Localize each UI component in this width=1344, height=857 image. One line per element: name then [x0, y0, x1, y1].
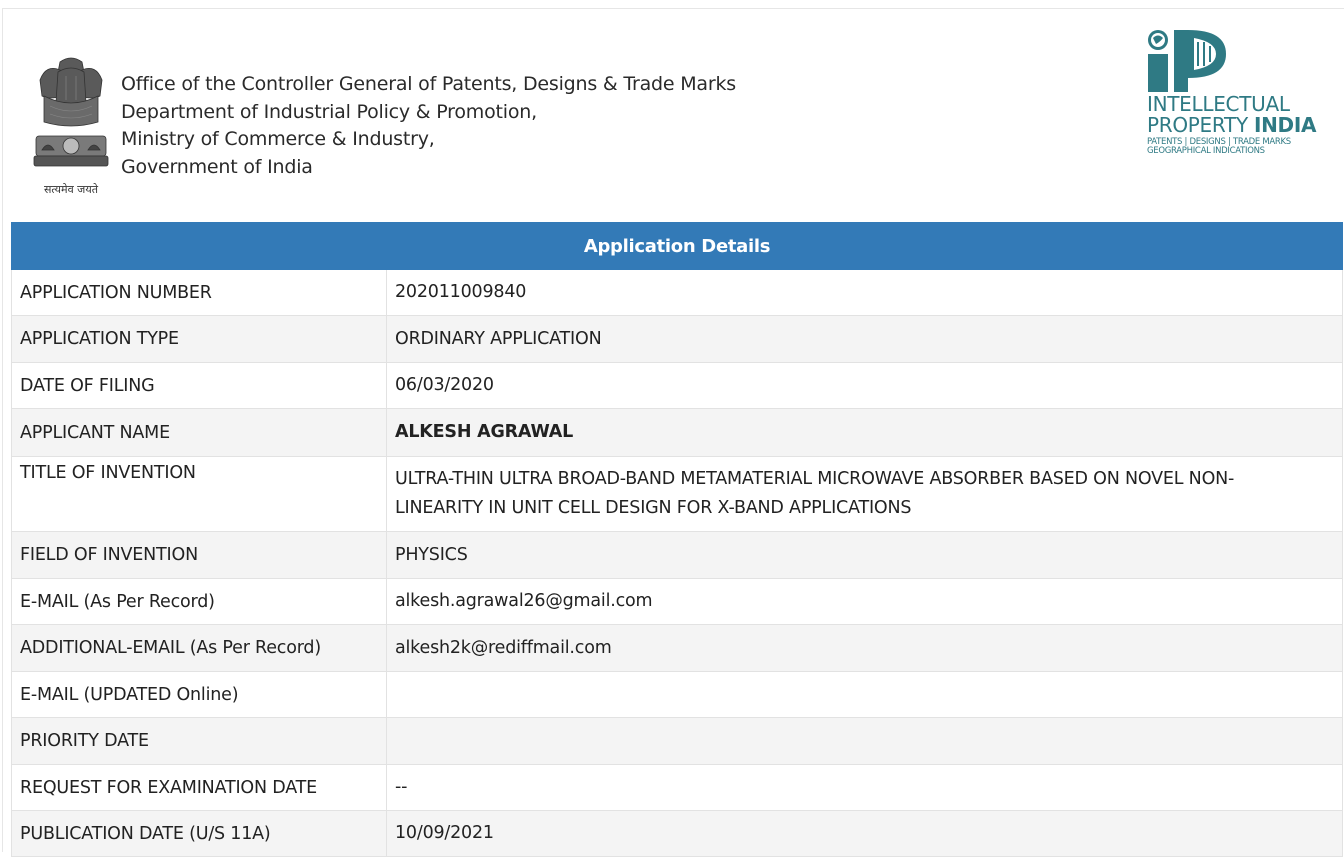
table-row: PRIORITY DATE	[11, 717, 1343, 765]
table-title: Application Details	[11, 222, 1343, 270]
office-title: Office of the Controller General of Pate…	[121, 71, 736, 181]
row-label: FIELD OF INVENTION	[11, 531, 387, 579]
row-label: PUBLICATION DATE (U/S 11A)	[11, 810, 387, 857]
table-row: FIELD OF INVENTION PHYSICS	[11, 531, 1343, 579]
row-value	[386, 671, 1343, 718]
table-row: E-MAIL (As Per Record) alkesh.agrawal26@…	[11, 578, 1343, 625]
row-value: 06/03/2020	[386, 362, 1343, 409]
office-line-4: Government of India	[121, 155, 313, 178]
ip-logo-icon	[1148, 30, 1226, 92]
row-label: TITLE OF INVENTION	[11, 456, 387, 532]
table-row: APPLICATION TYPE ORDINARY APPLICATION	[11, 315, 1343, 363]
row-label: E-MAIL (UPDATED Online)	[11, 671, 387, 718]
ip-logo-text: INTELLECTUAL PROPERTY INDIA PATENTS | DE…	[1147, 94, 1316, 156]
emblem-motto: सत्यमेव जयते	[43, 183, 98, 196]
table-row: APPLICATION NUMBER 202011009840	[11, 269, 1343, 316]
ip-logo-property: PROPERTY	[1147, 113, 1254, 137]
title-of-invention-value: ULTRA-THIN ULTRA BROAD-BAND METAMATERIAL…	[386, 456, 1343, 532]
table-row: DATE OF FILING 06/03/2020	[11, 362, 1343, 409]
row-value: ORDINARY APPLICATION	[386, 315, 1343, 363]
ip-logo-india: INDIA	[1253, 113, 1317, 137]
additional-email-value: alkesh2k@rediffmail.com	[386, 624, 1343, 672]
office-line-2: Department of Industrial Policy & Promot…	[121, 100, 537, 123]
ip-india-logo: INTELLECTUAL PROPERTY INDIA PATENTS | DE…	[1144, 28, 1334, 178]
table-row: REQUEST FOR EXAMINATION DATE --	[11, 764, 1343, 811]
table-row: E-MAIL (UPDATED Online)	[11, 671, 1343, 718]
table-row: TITLE OF INVENTION ULTRA-THIN ULTRA BROA…	[11, 456, 1343, 532]
office-line-1: Office of the Controller General of Pate…	[121, 73, 736, 95]
row-label: PRIORITY DATE	[11, 717, 387, 765]
row-label: APPLICATION NUMBER	[11, 269, 387, 316]
office-line-3: Ministry of Commerce & Industry,	[121, 128, 435, 150]
row-value	[386, 717, 1343, 765]
row-label: E-MAIL (As Per Record)	[11, 578, 387, 625]
row-label: APPLICANT NAME	[11, 408, 387, 457]
row-label: REQUEST FOR EXAMINATION DATE	[11, 764, 387, 811]
lion-capital-icon	[33, 57, 109, 167]
email-value: alkesh.agrawal26@gmail.com	[386, 578, 1343, 625]
application-details-table: Application Details APPLICATION NUMBER 2…	[11, 222, 1343, 857]
row-value: --	[386, 764, 1343, 811]
row-label: ADDITIONAL-EMAIL (As Per Record)	[11, 624, 387, 672]
table-row: PUBLICATION DATE (U/S 11A) 10/09/2021	[11, 810, 1343, 857]
row-value: 10/09/2021	[386, 810, 1343, 857]
row-value: 202011009840	[386, 269, 1343, 316]
row-value: PHYSICS	[386, 531, 1343, 579]
applicant-name-value: ALKESH AGRAWAL	[386, 408, 1343, 457]
row-label: APPLICATION TYPE	[11, 315, 387, 363]
table-row: APPLICANT NAME ALKESH AGRAWAL	[11, 408, 1343, 457]
ip-logo-line1: INTELLECTUAL	[1147, 92, 1290, 116]
national-emblem: सत्यमेव जयते	[30, 56, 112, 196]
row-label: DATE OF FILING	[11, 362, 387, 409]
ip-logo-line2: PROPERTY INDIA	[1147, 114, 1316, 136]
table-row: ADDITIONAL-EMAIL (As Per Record) alkesh2…	[11, 624, 1343, 672]
ip-logo-sub2: GEOGRAPHICAL INDICATIONS	[1147, 146, 1265, 156]
